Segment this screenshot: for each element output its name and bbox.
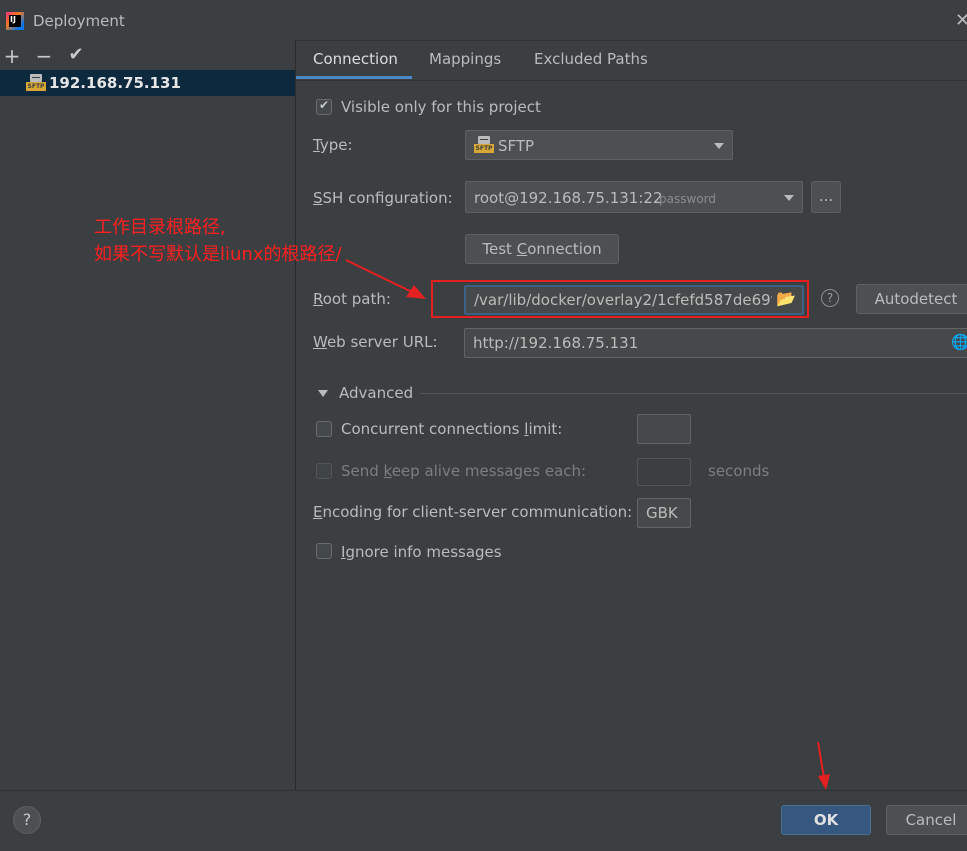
ok-arrow-line (817, 741, 825, 779)
help-button[interactable]: ? (13, 806, 41, 834)
annotation-arrow-line (345, 259, 415, 294)
annotation-arrow-head (406, 285, 426, 299)
ok-arrow-head (818, 774, 830, 790)
annotation-arrows (345, 259, 830, 790)
ok-button[interactable]: OK (781, 805, 871, 835)
cancel-button[interactable]: Cancel (886, 805, 967, 835)
